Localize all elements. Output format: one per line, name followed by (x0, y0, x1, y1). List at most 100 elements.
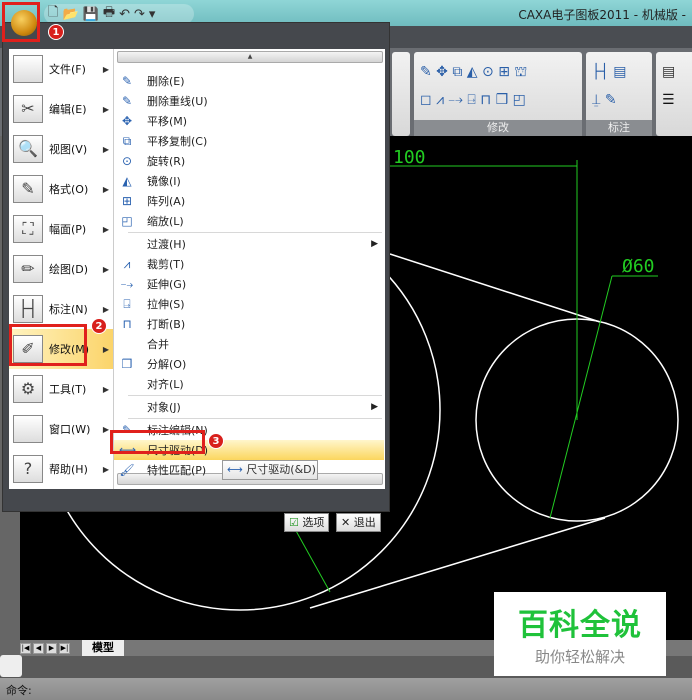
submenu-item[interactable]: 过渡(H) ▶ (114, 234, 384, 254)
dim-tools-row2[interactable]: ⍊ ✎ (592, 92, 617, 108)
sheet-icon: ⛶ (13, 215, 43, 243)
format-icon: ✎ (13, 175, 43, 203)
submenu-arrow-icon: ▶ (371, 402, 378, 412)
customize-icon[interactable]: ▾ (149, 7, 156, 22)
delete-icon: ✎ (121, 74, 133, 88)
submenu-item[interactable]: ✎ 删除(E) (114, 71, 384, 91)
submenu-item[interactable]: 合并 (114, 334, 384, 354)
submenu-item[interactable]: ✥ 平移(M) (114, 111, 384, 131)
break-icon: ⊓ (122, 317, 132, 331)
gear-icon: ⚙ (13, 375, 43, 403)
submenu-item[interactable]: ❒ 分解(O) (114, 354, 384, 374)
menu-item-label: 工具(T) (49, 383, 87, 396)
submenu-arrow-icon: ▶ (102, 424, 109, 434)
first-tab-button[interactable]: |◀ (20, 643, 31, 654)
submenu-arrow-icon: ▶ (102, 64, 109, 74)
submenu-item[interactable]: ⊓ 打断(B) (114, 314, 384, 334)
save-icon[interactable]: 💾 (83, 7, 99, 22)
ribbon-group-partial-right: ▤ ☰ (656, 52, 692, 136)
menu-item[interactable]: ⛶ 幅面(P) ▶ (9, 209, 113, 249)
prev-tab-button[interactable]: ◀ (33, 643, 44, 654)
undo-icon[interactable]: ↶ (119, 7, 130, 22)
submenu-item[interactable]: ⊞ 阵列(A) (114, 191, 384, 211)
submenu-item-label: 拉伸(S) (147, 298, 185, 311)
application-button[interactable] (2, 2, 40, 42)
scale-icon: ◰ (121, 214, 133, 228)
menu-item[interactable]: ? 帮助(H) ▶ (9, 449, 113, 489)
menu-item[interactable]: ⚙ 工具(T) ▶ (9, 369, 113, 409)
submenu-item[interactable]: ⍈ 拉伸(S) (114, 294, 384, 314)
submenu-arrow-icon: ▶ (102, 264, 109, 274)
menu-item-label: 绘图(D) (49, 263, 89, 276)
submenu-item[interactable]: 对象(J) ▶ (114, 397, 384, 417)
last-tab-button[interactable]: ▶| (59, 643, 70, 654)
panel-grip[interactable] (0, 655, 22, 677)
watermark: 百科全说 助你轻松解决 (494, 592, 666, 676)
options-button[interactable]: ☑ 选项 (284, 513, 330, 532)
submenu-item[interactable]: ✎ 删除重线(U) (114, 91, 384, 111)
modify-tools-row2[interactable]: ◻ ⩘ ⤍ ⍈ ⊓ ❒ ◰ (420, 92, 526, 108)
open-icon[interactable]: 📂 (62, 7, 78, 22)
dim-tools-row1[interactable]: ├┤ ▤ (592, 64, 627, 80)
modify-submenu: ▲ ✎ 删除(E) ✎ 删除重线(U) ✥ 平移(M) ⧉ 平移复制(C) ⊙ 旋转(R) ◭ 镜像(… (113, 49, 385, 489)
explode-icon: ❒ (121, 357, 133, 371)
help-icon: ? (13, 455, 43, 483)
dia-leader (549, 275, 613, 519)
copy-move-icon: ⧉ (122, 133, 132, 148)
dim-drive-icon: ⟷ (227, 463, 243, 476)
submenu-item-label: 裁剪(T) (147, 258, 185, 271)
submenu-item[interactable]: ◰ 缩放(L) (114, 211, 384, 231)
caxa-logo-icon (11, 10, 37, 36)
submenu-item[interactable]: ⤍ 延伸(G) (114, 274, 384, 294)
modify-tools-row1[interactable]: ✎ ✥ ⧉ ◭ ⊙ ⊞ ⛫ (420, 64, 527, 82)
exit-button[interactable]: ✕ 退出 (336, 513, 381, 532)
submenu-item[interactable]: ◭ 镜像(I) (114, 171, 384, 191)
menu-item[interactable]: ✎ 格式(O) ▶ (9, 169, 113, 209)
tab-model[interactable]: 模型 (82, 640, 124, 656)
window-icon (13, 415, 43, 443)
menu-separator (128, 232, 382, 233)
submenu-item-label: 删除重线(U) (147, 95, 208, 108)
submenu-item-label: 阵列(A) (147, 195, 186, 208)
submenu-arrow-icon: ▶ (102, 464, 109, 474)
step-badge-2: 2 (91, 318, 107, 334)
submenu-item-label: 对象(J) (147, 401, 181, 414)
submenu-arrow-icon: ▶ (102, 184, 109, 194)
submenu-item-label: 旋转(R) (147, 155, 186, 168)
tools-row[interactable]: ▤ (662, 64, 675, 80)
menu-item-label: 帮助(H) (49, 463, 88, 476)
menu-item-label: 幅面(P) (49, 223, 87, 236)
group-label: 标注 (586, 120, 652, 136)
stretch-icon: ⍈ (123, 296, 131, 311)
submenu-item-label: 打断(B) (147, 318, 186, 331)
highlight-box-dim-drive (110, 430, 205, 454)
lineweight-tool[interactable]: ☰ (662, 92, 675, 108)
submenu-arrow-icon: ▶ (102, 304, 109, 314)
menu-separator (128, 395, 382, 396)
menu-item[interactable]: ✂ 编辑(E) ▶ (9, 89, 113, 129)
menu-item[interactable]: 窗口(W) ▶ (9, 409, 113, 449)
submenu-item-label: 删除(E) (147, 75, 185, 88)
main-menu-list: 文件(F) ▶ ✂ 编辑(E) ▶ 🔍 视图(V) ▶ ✎ 格式(O) ▶ ⛶ 幅面(P) ▶ ✏ 绘图(D)… (9, 49, 113, 489)
menu-item[interactable]: ✏ 绘图(D) ▶ (9, 249, 113, 289)
submenu-arrow-icon: ▶ (102, 384, 109, 394)
redo-icon[interactable]: ↷ (134, 7, 145, 22)
dim-text-100: 100 (393, 147, 426, 168)
submenu-item[interactable]: ⊙ 旋转(R) (114, 151, 384, 171)
submenu-item[interactable]: ⧉ 平移复制(C) (114, 131, 384, 151)
menu-item[interactable]: 🔍 视图(V) ▶ (9, 129, 113, 169)
next-tab-button[interactable]: ▶ (46, 643, 57, 654)
file-icon (13, 55, 43, 83)
menu-separator (128, 418, 382, 419)
dim-text-diameter: Ø60 (622, 256, 655, 277)
menu-item[interactable]: 文件(F) ▶ (9, 49, 113, 89)
submenu-arrow-icon: ▶ (102, 224, 109, 234)
submenu-item[interactable]: ⩘ 裁剪(T) (114, 254, 384, 274)
submenu-item-label: 缩放(L) (147, 215, 184, 228)
dimension-icon: ├┤ (13, 295, 43, 323)
submenu-item[interactable]: 对齐(L) (114, 374, 384, 394)
highlight-box-modify (9, 324, 87, 366)
submenu-arrow-icon: ▶ (102, 144, 109, 154)
scroll-up-button[interactable]: ▲ (117, 51, 383, 63)
command-bar[interactable]: 命令: (0, 678, 692, 700)
